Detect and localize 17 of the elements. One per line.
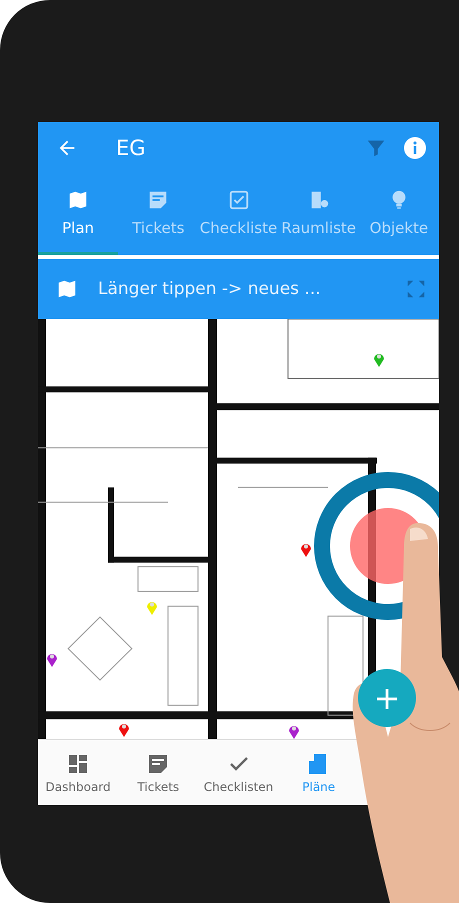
nav-item[interactable]: Pläne [278,740,359,805]
checkbox-icon [228,189,250,211]
note-icon [147,189,170,211]
hint-text: Länger tippen -> neues ... [98,279,322,299]
fullscreen-icon[interactable] [405,278,427,300]
nav-item[interactable]: Dashboard [38,740,118,805]
map-icon [67,189,90,211]
tab[interactable]: Tickets [118,174,198,255]
tab[interactable]: Objekte [358,174,439,255]
nav-item[interactable]: Checklisten [198,740,279,805]
tab[interactable]: Raumliste [278,174,359,255]
map-icon [56,278,78,300]
tab[interactable]: Plan [38,174,118,255]
nav-item[interactable]: Tickets [118,740,198,805]
info-icon[interactable] [403,136,427,160]
tab[interactable]: Checkliste [198,174,279,255]
screen-title: EG [116,136,147,160]
